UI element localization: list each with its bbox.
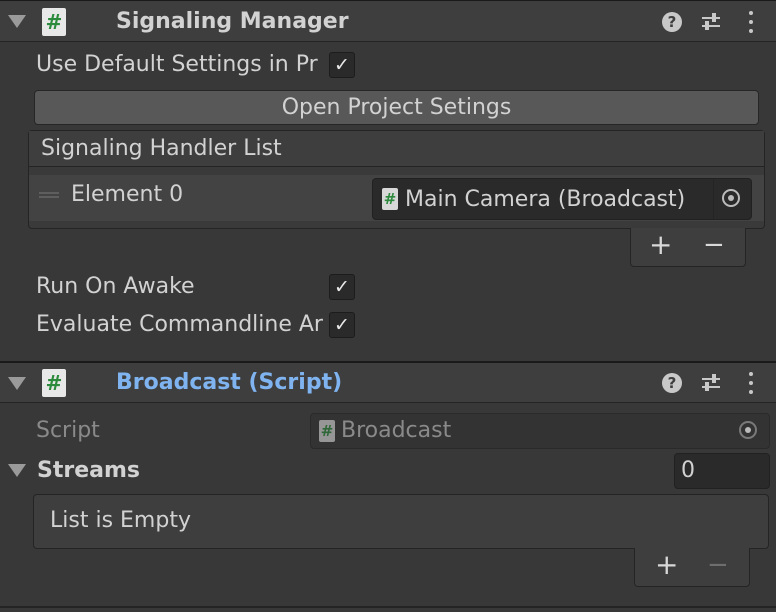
streams-size-value: 0 (681, 458, 695, 483)
script-label: Script (36, 418, 100, 443)
element-label: Element 0 (71, 182, 184, 207)
foldout-triangle-icon[interactable] (8, 377, 26, 390)
script-value: Broadcast (341, 418, 452, 443)
remove-element-button[interactable]: − (703, 230, 725, 260)
run-on-awake-label: Run On Awake (36, 274, 195, 299)
element-object-value: Main Camera (Broadcast) (405, 187, 686, 212)
object-divider (713, 179, 714, 219)
list-footer: + − (630, 228, 746, 267)
help-icon[interactable]: ? (662, 373, 682, 393)
element-object-field[interactable]: # Main Camera (Broadcast) (372, 178, 752, 220)
script-object-field: # Broadcast (310, 413, 770, 449)
remove-element-button[interactable]: − (707, 550, 729, 580)
bottom-divider (0, 606, 776, 608)
object-picker-icon[interactable] (722, 189, 740, 207)
list-footer: + − (634, 548, 750, 587)
signaling-handler-list: Signaling Handler List Element 0 # Main … (28, 130, 765, 229)
drag-handle-icon[interactable] (39, 192, 59, 198)
add-element-button[interactable]: + (655, 550, 678, 580)
object-picker-icon (739, 421, 757, 439)
script-hash-icon: # (382, 188, 398, 210)
use-default-settings-checkbox[interactable]: ✓ (329, 52, 355, 78)
streams-size-field[interactable]: 0 (674, 453, 770, 489)
list-header: Signaling Handler List (29, 131, 764, 167)
list-header-label: Signaling Handler List (41, 136, 282, 161)
streams-label[interactable]: Streams (37, 456, 140, 486)
script-hash-icon: # (42, 8, 66, 36)
evaluate-commandline-checkbox[interactable]: ✓ (329, 312, 355, 338)
add-element-button[interactable]: + (649, 230, 672, 260)
empty-list-text: List is Empty (50, 508, 191, 533)
use-default-settings-label: Use Default Settings in Pr (36, 52, 318, 77)
script-hash-icon: # (42, 369, 66, 397)
presets-sliders-icon[interactable] (700, 372, 722, 394)
streams-foldout-icon[interactable] (8, 464, 26, 477)
streams-list: List is Empty (33, 494, 769, 549)
script-hash-icon: # (319, 420, 335, 442)
broadcast-header[interactable]: # Broadcast (Script) ? (0, 361, 776, 403)
help-icon[interactable]: ? (662, 12, 682, 32)
open-project-settings-button[interactable]: Open Project Setings (34, 90, 759, 125)
list-item[interactable]: Element 0 # Main Camera (Broadcast) (29, 175, 764, 221)
presets-sliders-icon[interactable] (700, 11, 722, 33)
component-title: Broadcast (Script) (116, 370, 343, 395)
component-title: Signaling Manager (116, 9, 349, 34)
more-options-icon[interactable] (748, 372, 754, 394)
foldout-triangle-icon[interactable] (8, 15, 26, 28)
signaling-manager-header[interactable]: # Signaling Manager ? (0, 0, 776, 42)
more-options-icon[interactable] (748, 11, 754, 33)
evaluate-commandline-label: Evaluate Commandline Ar (36, 312, 323, 337)
run-on-awake-checkbox[interactable]: ✓ (329, 274, 355, 300)
